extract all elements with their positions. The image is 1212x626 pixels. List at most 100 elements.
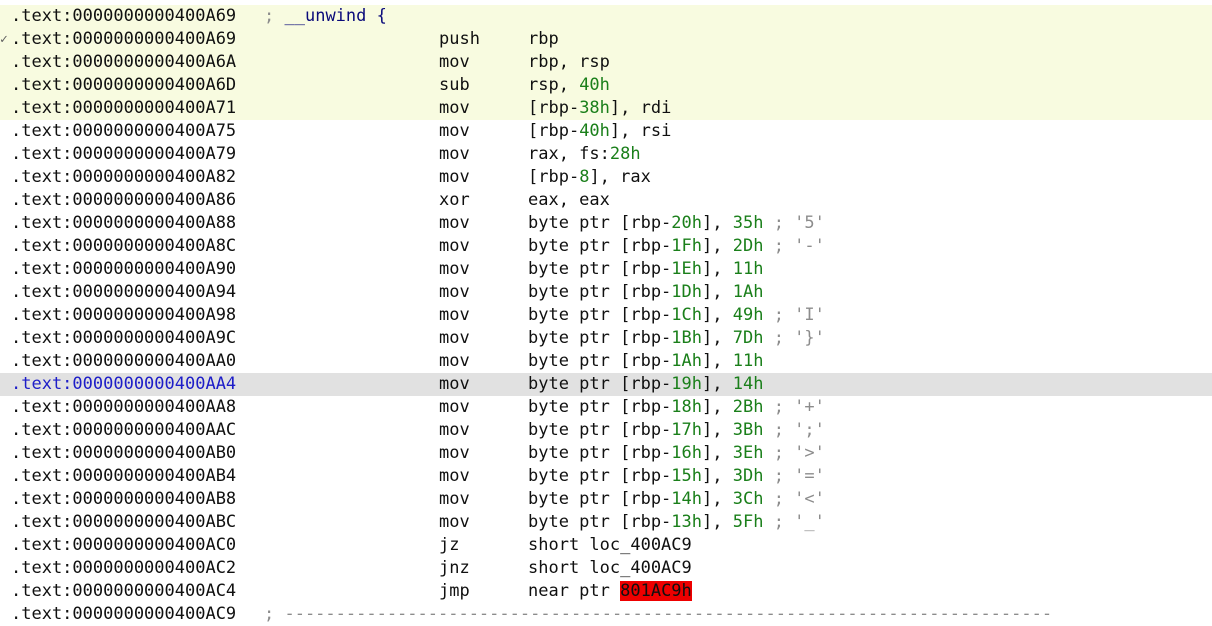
operand-text[interactable]: byte ptr [rbp- bbox=[528, 466, 671, 486]
operand-number[interactable]: 1Ah bbox=[733, 282, 764, 302]
instruction-line[interactable]: .text:0000000000400AC2 jnz short loc_400AC… bbox=[0, 557, 1212, 580]
instruction-line[interactable]: .text:0000000000400A6A mov rbp, rsp bbox=[0, 51, 1212, 74]
instruction-mnemonic[interactable]: jnz bbox=[439, 557, 470, 580]
instruction-operands[interactable]: byte ptr [rbp-1Fh], 2Dh ; '-' bbox=[528, 235, 825, 258]
operand-text[interactable]: ], bbox=[702, 259, 733, 279]
operand-text[interactable]: [rbp- bbox=[528, 121, 579, 141]
line-address[interactable]: .text:0000000000400ABC bbox=[11, 511, 236, 534]
operand-number[interactable]: 1Ah bbox=[671, 351, 702, 371]
operand-number[interactable]: 17h bbox=[671, 420, 702, 440]
instruction-mnemonic[interactable]: mov bbox=[439, 488, 470, 511]
instruction-mnemonic[interactable]: jz bbox=[439, 534, 459, 557]
instruction-line[interactable]: .text:0000000000400A8C mov byte ptr [rbp-1… bbox=[0, 235, 1212, 258]
line-address[interactable]: .text:0000000000400AC4 bbox=[11, 580, 236, 603]
operand-text[interactable]: byte ptr [rbp- bbox=[528, 443, 671, 463]
instruction-mnemonic[interactable]: mov bbox=[439, 304, 470, 327]
operand-number[interactable]: 40h bbox=[579, 75, 610, 95]
operand-text[interactable]: [rbp- bbox=[528, 98, 579, 118]
operand-number[interactable]: 8 bbox=[579, 167, 589, 187]
instruction-mnemonic[interactable]: mov bbox=[439, 511, 470, 534]
instruction-operands[interactable]: byte ptr [rbp-14h], 3Ch ; '<' bbox=[528, 488, 825, 511]
operand-number[interactable]: 35h bbox=[733, 213, 764, 233]
operand-number[interactable]: 20h bbox=[671, 213, 702, 233]
instruction-operands[interactable]: short loc_400AC9 bbox=[528, 534, 692, 557]
operand-number[interactable]: 1Dh bbox=[671, 282, 702, 302]
operand-text[interactable]: ], bbox=[702, 305, 733, 325]
operand-number[interactable]: 19h bbox=[671, 374, 702, 394]
line-address[interactable]: .text:0000000000400AB4 bbox=[11, 465, 236, 488]
line-address[interactable]: .text:0000000000400A75 bbox=[11, 120, 236, 143]
instruction-line[interactable]: .text:0000000000400A79 mov rax, fs:28h bbox=[0, 143, 1212, 166]
operand-text[interactable]: ], bbox=[702, 420, 733, 440]
line-address[interactable]: .text:0000000000400AC9 bbox=[11, 603, 236, 626]
operand-text[interactable]: short loc_400AC9 bbox=[528, 558, 692, 578]
instruction-operands[interactable]: byte ptr [rbp-15h], 3Dh ; '=' bbox=[528, 465, 825, 488]
operand-number[interactable]: 14h bbox=[671, 489, 702, 509]
instruction-operands[interactable]: byte ptr [rbp-1Bh], 7Dh ; '}' bbox=[528, 327, 825, 350]
instruction-line[interactable]: .text:0000000000400A98 mov byte ptr [rbp-1… bbox=[0, 304, 1212, 327]
line-address[interactable]: .text:0000000000400A82 bbox=[11, 166, 236, 189]
line-address[interactable]: .text:0000000000400A88 bbox=[11, 212, 236, 235]
instruction-line[interactable]: .text:0000000000400AAC mov byte ptr [rbp-1… bbox=[0, 419, 1212, 442]
operand-number[interactable]: 2Bh bbox=[733, 397, 764, 417]
instruction-mnemonic[interactable]: push bbox=[439, 28, 480, 51]
instruction-mnemonic[interactable]: sub bbox=[439, 74, 470, 97]
line-address[interactable]: .text:0000000000400AB0 bbox=[11, 442, 236, 465]
instruction-operands[interactable]: eax, eax bbox=[528, 189, 610, 212]
line-address[interactable]: .text:0000000000400A90 bbox=[11, 258, 236, 281]
line-address[interactable]: .text:0000000000400A79 bbox=[11, 143, 236, 166]
instruction-mnemonic[interactable]: mov bbox=[439, 419, 470, 442]
instruction-operands[interactable]: rbp, rsp bbox=[528, 51, 610, 74]
operand-number[interactable]: 1Fh bbox=[671, 236, 702, 256]
line-address[interactable]: .text:0000000000400A86 bbox=[11, 189, 236, 212]
instruction-operands[interactable]: near ptr 801AC9h bbox=[528, 580, 692, 603]
line-address[interactable]: .text:0000000000400AAC bbox=[11, 419, 236, 442]
operand-text[interactable]: byte ptr [rbp- bbox=[528, 374, 671, 394]
instruction-line[interactable]: .text:0000000000400A86 xor eax, eax bbox=[0, 189, 1212, 212]
line-address[interactable]: .text:0000000000400AA0 bbox=[11, 350, 236, 373]
operand-number[interactable]: 15h bbox=[671, 466, 702, 486]
operand-number[interactable]: 3Ch bbox=[733, 489, 764, 509]
instruction-line[interactable]: .text:0000000000400AC0 jz short loc_400AC9 bbox=[0, 534, 1212, 557]
operand-number[interactable]: 1Bh bbox=[671, 328, 702, 348]
instruction-line[interactable]: .text:0000000000400A9C mov byte ptr [rbp-1… bbox=[0, 327, 1212, 350]
line-address[interactable]: .text:0000000000400A6D bbox=[11, 74, 236, 97]
operand-text[interactable]: byte ptr [rbp- bbox=[528, 259, 671, 279]
instruction-mnemonic[interactable]: mov bbox=[439, 235, 470, 258]
instruction-mnemonic[interactable]: mov bbox=[439, 97, 470, 120]
instruction-line[interactable]: .text:0000000000400A88 mov byte ptr [rbp-2… bbox=[0, 212, 1212, 235]
line-address[interactable]: .text:0000000000400A8C bbox=[11, 235, 236, 258]
operand-number[interactable]: 3Bh bbox=[733, 420, 764, 440]
operand-text[interactable]: ], bbox=[702, 374, 733, 394]
operand-text[interactable]: rbp, rsp bbox=[528, 52, 610, 72]
operand-number[interactable]: 28h bbox=[610, 144, 641, 164]
instruction-operands[interactable]: rsp, 40h bbox=[528, 74, 610, 97]
operand-text[interactable]: byte ptr [rbp- bbox=[528, 328, 671, 348]
instruction-line[interactable]: .text:0000000000400A75 mov [rbp-40h], rsi bbox=[0, 120, 1212, 143]
operand-number[interactable]: 2Dh bbox=[733, 236, 764, 256]
operand-text[interactable]: ], bbox=[702, 236, 733, 256]
operand-text[interactable]: [rbp- bbox=[528, 167, 579, 187]
instruction-line[interactable]: .text:0000000000400AC4 jmp near ptr 801AC9… bbox=[0, 580, 1212, 603]
operand-number[interactable]: 40h bbox=[579, 121, 610, 141]
operand-text[interactable]: byte ptr [rbp- bbox=[528, 351, 671, 371]
instruction-mnemonic[interactable]: mov bbox=[439, 465, 470, 488]
instruction-mnemonic[interactable]: mov bbox=[439, 373, 470, 396]
line-address[interactable]: .text:0000000000400AA4 bbox=[11, 373, 236, 396]
instruction-mnemonic[interactable]: mov bbox=[439, 212, 470, 235]
operand-text[interactable]: ], rdi bbox=[610, 98, 671, 118]
instruction-line[interactable]: .text:0000000000400AB8 mov byte ptr [rbp-1… bbox=[0, 488, 1212, 511]
instruction-line[interactable]: .text:0000000000400A6D sub rsp, 40h bbox=[0, 74, 1212, 97]
instruction-operands[interactable]: [rbp-40h], rsi bbox=[528, 120, 671, 143]
function-header-line[interactable]: .text:0000000000400A69 ; __unwind { bbox=[0, 5, 1212, 28]
instruction-line[interactable]: .text:0000000000400A82 mov [rbp-8], rax bbox=[0, 166, 1212, 189]
operand-text[interactable]: ], bbox=[702, 397, 733, 417]
instruction-operands[interactable]: byte ptr [rbp-1Eh], 11h bbox=[528, 258, 763, 281]
operand-number[interactable]: 7Dh bbox=[733, 328, 764, 348]
instruction-operands[interactable]: byte ptr [rbp-17h], 3Bh ; ';' bbox=[528, 419, 825, 442]
line-address[interactable]: .text:0000000000400A71 bbox=[11, 97, 236, 120]
instruction-line[interactable]: .text:0000000000400A71 mov [rbp-38h], rdi bbox=[0, 97, 1212, 120]
operand-number[interactable]: 11h bbox=[733, 259, 764, 279]
operand-text[interactable]: short loc_400AC9 bbox=[528, 535, 692, 555]
instruction-operands[interactable]: [rbp-38h], rdi bbox=[528, 97, 671, 120]
